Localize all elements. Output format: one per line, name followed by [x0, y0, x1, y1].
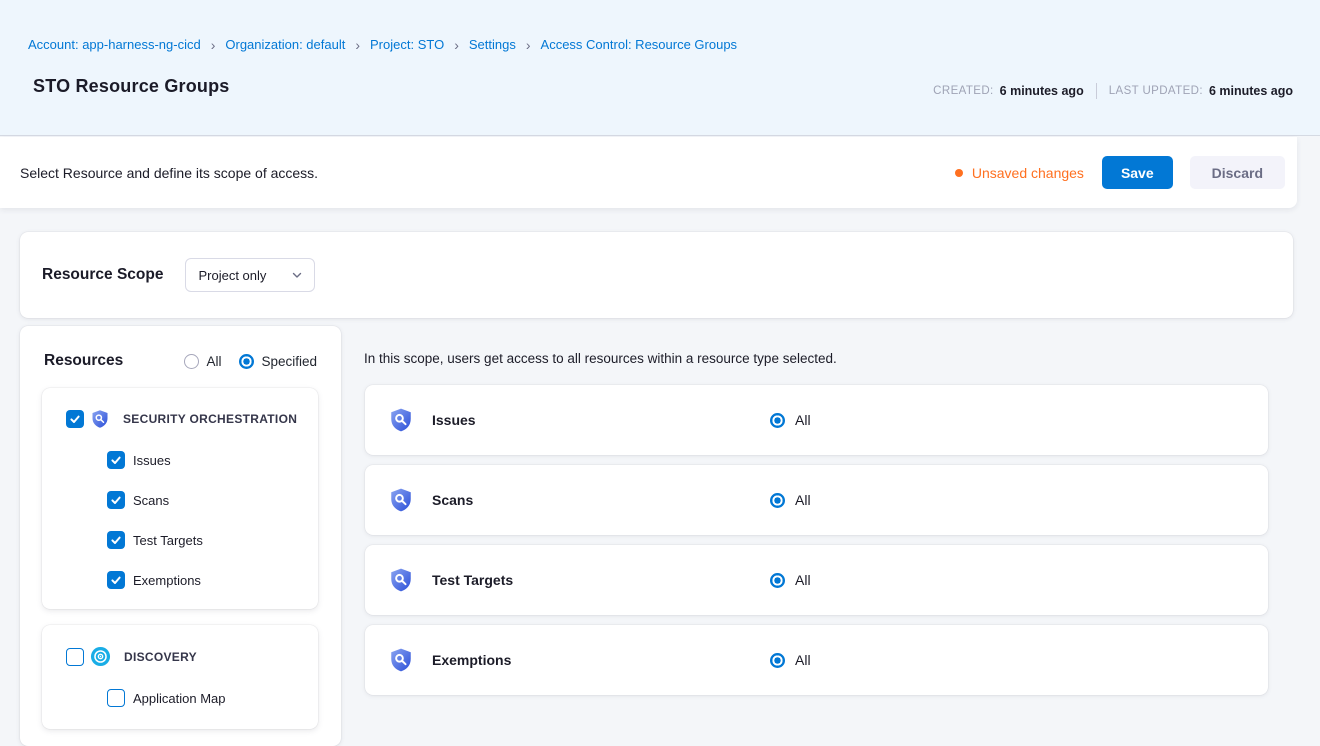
resource-row-label: Issues — [432, 412, 476, 428]
access-all-radio[interactable] — [770, 573, 785, 588]
header-meta: CREATED: 6 minutes ago LAST UPDATED: 6 m… — [933, 83, 1293, 99]
radio-option-specified[interactable]: Specified — [239, 354, 317, 369]
resource-row-issues: Issues All — [365, 385, 1268, 455]
resource-item-test-targets: Test Targets — [107, 531, 306, 549]
sto-shield-icon — [90, 409, 110, 429]
group-label: DISCOVERY — [124, 650, 197, 664]
access-all-label: All — [795, 412, 811, 428]
group-children: Issues Scans Test Targets Exemptions — [66, 451, 306, 589]
group-header: DISCOVERY — [66, 646, 306, 667]
access-all-radio[interactable] — [770, 653, 785, 668]
page-title: STO Resource Groups — [33, 76, 230, 97]
resource-row-label: Scans — [432, 492, 473, 508]
resource-row-exemptions: Exemptions All — [365, 625, 1268, 695]
breadcrumb-project[interactable]: Project: STO — [370, 37, 444, 52]
chevron-right-icon: › — [454, 38, 459, 52]
sto-shield-icon — [388, 647, 414, 673]
access-all-label: All — [795, 492, 811, 508]
resources-title: Resources — [44, 352, 123, 370]
check-icon — [110, 574, 122, 586]
discovery-radar-icon — [90, 646, 111, 667]
check-icon — [69, 413, 81, 425]
resource-row-label: Exemptions — [432, 652, 511, 668]
resource-item-scans: Scans — [107, 491, 306, 509]
chevron-down-icon — [291, 269, 303, 281]
access-radio-group: All — [770, 652, 811, 668]
resource-scope-select[interactable]: Project only — [185, 258, 315, 292]
chevron-right-icon: › — [211, 38, 216, 52]
toolbar-actions: Unsaved changes Save Discard — [955, 156, 1287, 189]
resource-item-label: Scans — [133, 493, 169, 508]
access-radio-group: All — [770, 572, 811, 588]
save-button[interactable]: Save — [1102, 156, 1173, 189]
group-header: SECURITY ORCHESTRATION — [66, 409, 306, 429]
breadcrumb-access-control[interactable]: Access Control: Resource Groups — [541, 37, 738, 52]
radio-option-all[interactable]: All — [184, 354, 221, 369]
breadcrumb-organization[interactable]: Organization: default — [225, 37, 345, 52]
access-all-label: All — [795, 572, 811, 588]
resource-group-discovery: DISCOVERY Application Map — [42, 625, 318, 729]
resources-panel: Resources All Specified SECURITY ORCHEST… — [20, 326, 341, 746]
radio-specified-label: Specified — [261, 354, 317, 369]
resource-item-exemptions: Exemptions — [107, 571, 306, 589]
resource-item-label: Issues — [133, 453, 171, 468]
breadcrumb-account[interactable]: Account: app-harness-ng-cicd — [28, 37, 201, 52]
unsaved-changes-label: Unsaved changes — [972, 165, 1084, 181]
resource-scope-selected-value: Project only — [198, 268, 266, 283]
scans-checkbox[interactable] — [107, 491, 125, 509]
resource-item-label: Test Targets — [133, 533, 203, 548]
access-all-label: All — [795, 652, 811, 668]
access-all-radio[interactable] — [770, 493, 785, 508]
resource-item-label: Exemptions — [133, 573, 201, 588]
unsaved-changes-badge: Unsaved changes — [955, 165, 1084, 181]
meta-divider — [1096, 83, 1097, 99]
group-children: Application Map — [66, 689, 306, 707]
last-updated-value: 6 minutes ago — [1209, 84, 1293, 98]
discard-button[interactable]: Discard — [1190, 156, 1285, 189]
sto-shield-icon — [388, 567, 414, 593]
toolbar-description: Select Resource and define its scope of … — [20, 165, 318, 181]
resource-group-security-orchestration: SECURITY ORCHESTRATION Issues Scans Test… — [42, 388, 318, 609]
discovery-checkbox[interactable] — [66, 648, 84, 666]
resource-rows: Issues All Scans All Test Targets All — [365, 385, 1268, 705]
security-orchestration-checkbox[interactable] — [66, 410, 84, 428]
chevron-right-icon: › — [526, 38, 531, 52]
toolbar: Select Resource and define its scope of … — [0, 137, 1297, 208]
resource-row-scans: Scans All — [365, 465, 1268, 535]
resource-scope-label: Resource Scope — [42, 266, 163, 284]
scope-intro-text: In this scope, users get access to all r… — [364, 351, 837, 366]
resource-item-application-map: Application Map — [107, 689, 306, 707]
radio-specified-selected[interactable] — [239, 354, 254, 369]
exemptions-checkbox[interactable] — [107, 571, 125, 589]
access-all-radio[interactable] — [770, 413, 785, 428]
check-icon — [110, 534, 122, 546]
chevron-right-icon: › — [355, 38, 360, 52]
resource-item-label: Application Map — [133, 691, 226, 706]
check-icon — [110, 454, 122, 466]
radio-all-label: All — [206, 354, 221, 369]
page-header: Account: app-harness-ng-cicd › Organizat… — [0, 0, 1320, 136]
issues-checkbox[interactable] — [107, 451, 125, 469]
breadcrumb-settings[interactable]: Settings — [469, 37, 516, 52]
breadcrumb: Account: app-harness-ng-cicd › Organizat… — [28, 37, 737, 52]
resources-panel-header: Resources All Specified — [20, 326, 341, 370]
test-targets-checkbox[interactable] — [107, 531, 125, 549]
resource-item-issues: Issues — [107, 451, 306, 469]
sto-shield-icon — [388, 487, 414, 513]
radio-all-unselected[interactable] — [184, 354, 199, 369]
check-icon — [110, 494, 122, 506]
created-label: CREATED: — [933, 85, 994, 97]
resource-row-test-targets: Test Targets All — [365, 545, 1268, 615]
resources-scope-radio-group: All Specified — [184, 354, 317, 369]
application-map-checkbox[interactable] — [107, 689, 125, 707]
access-radio-group: All — [770, 412, 811, 428]
last-updated-label: LAST UPDATED: — [1109, 85, 1203, 97]
sto-shield-icon — [388, 407, 414, 433]
resource-row-label: Test Targets — [432, 572, 513, 588]
access-radio-group: All — [770, 492, 811, 508]
created-value: 6 minutes ago — [1000, 84, 1084, 98]
group-label: SECURITY ORCHESTRATION — [123, 412, 297, 426]
resource-scope-card: Resource Scope Project only — [20, 232, 1293, 318]
unsaved-dot-icon — [955, 169, 963, 177]
